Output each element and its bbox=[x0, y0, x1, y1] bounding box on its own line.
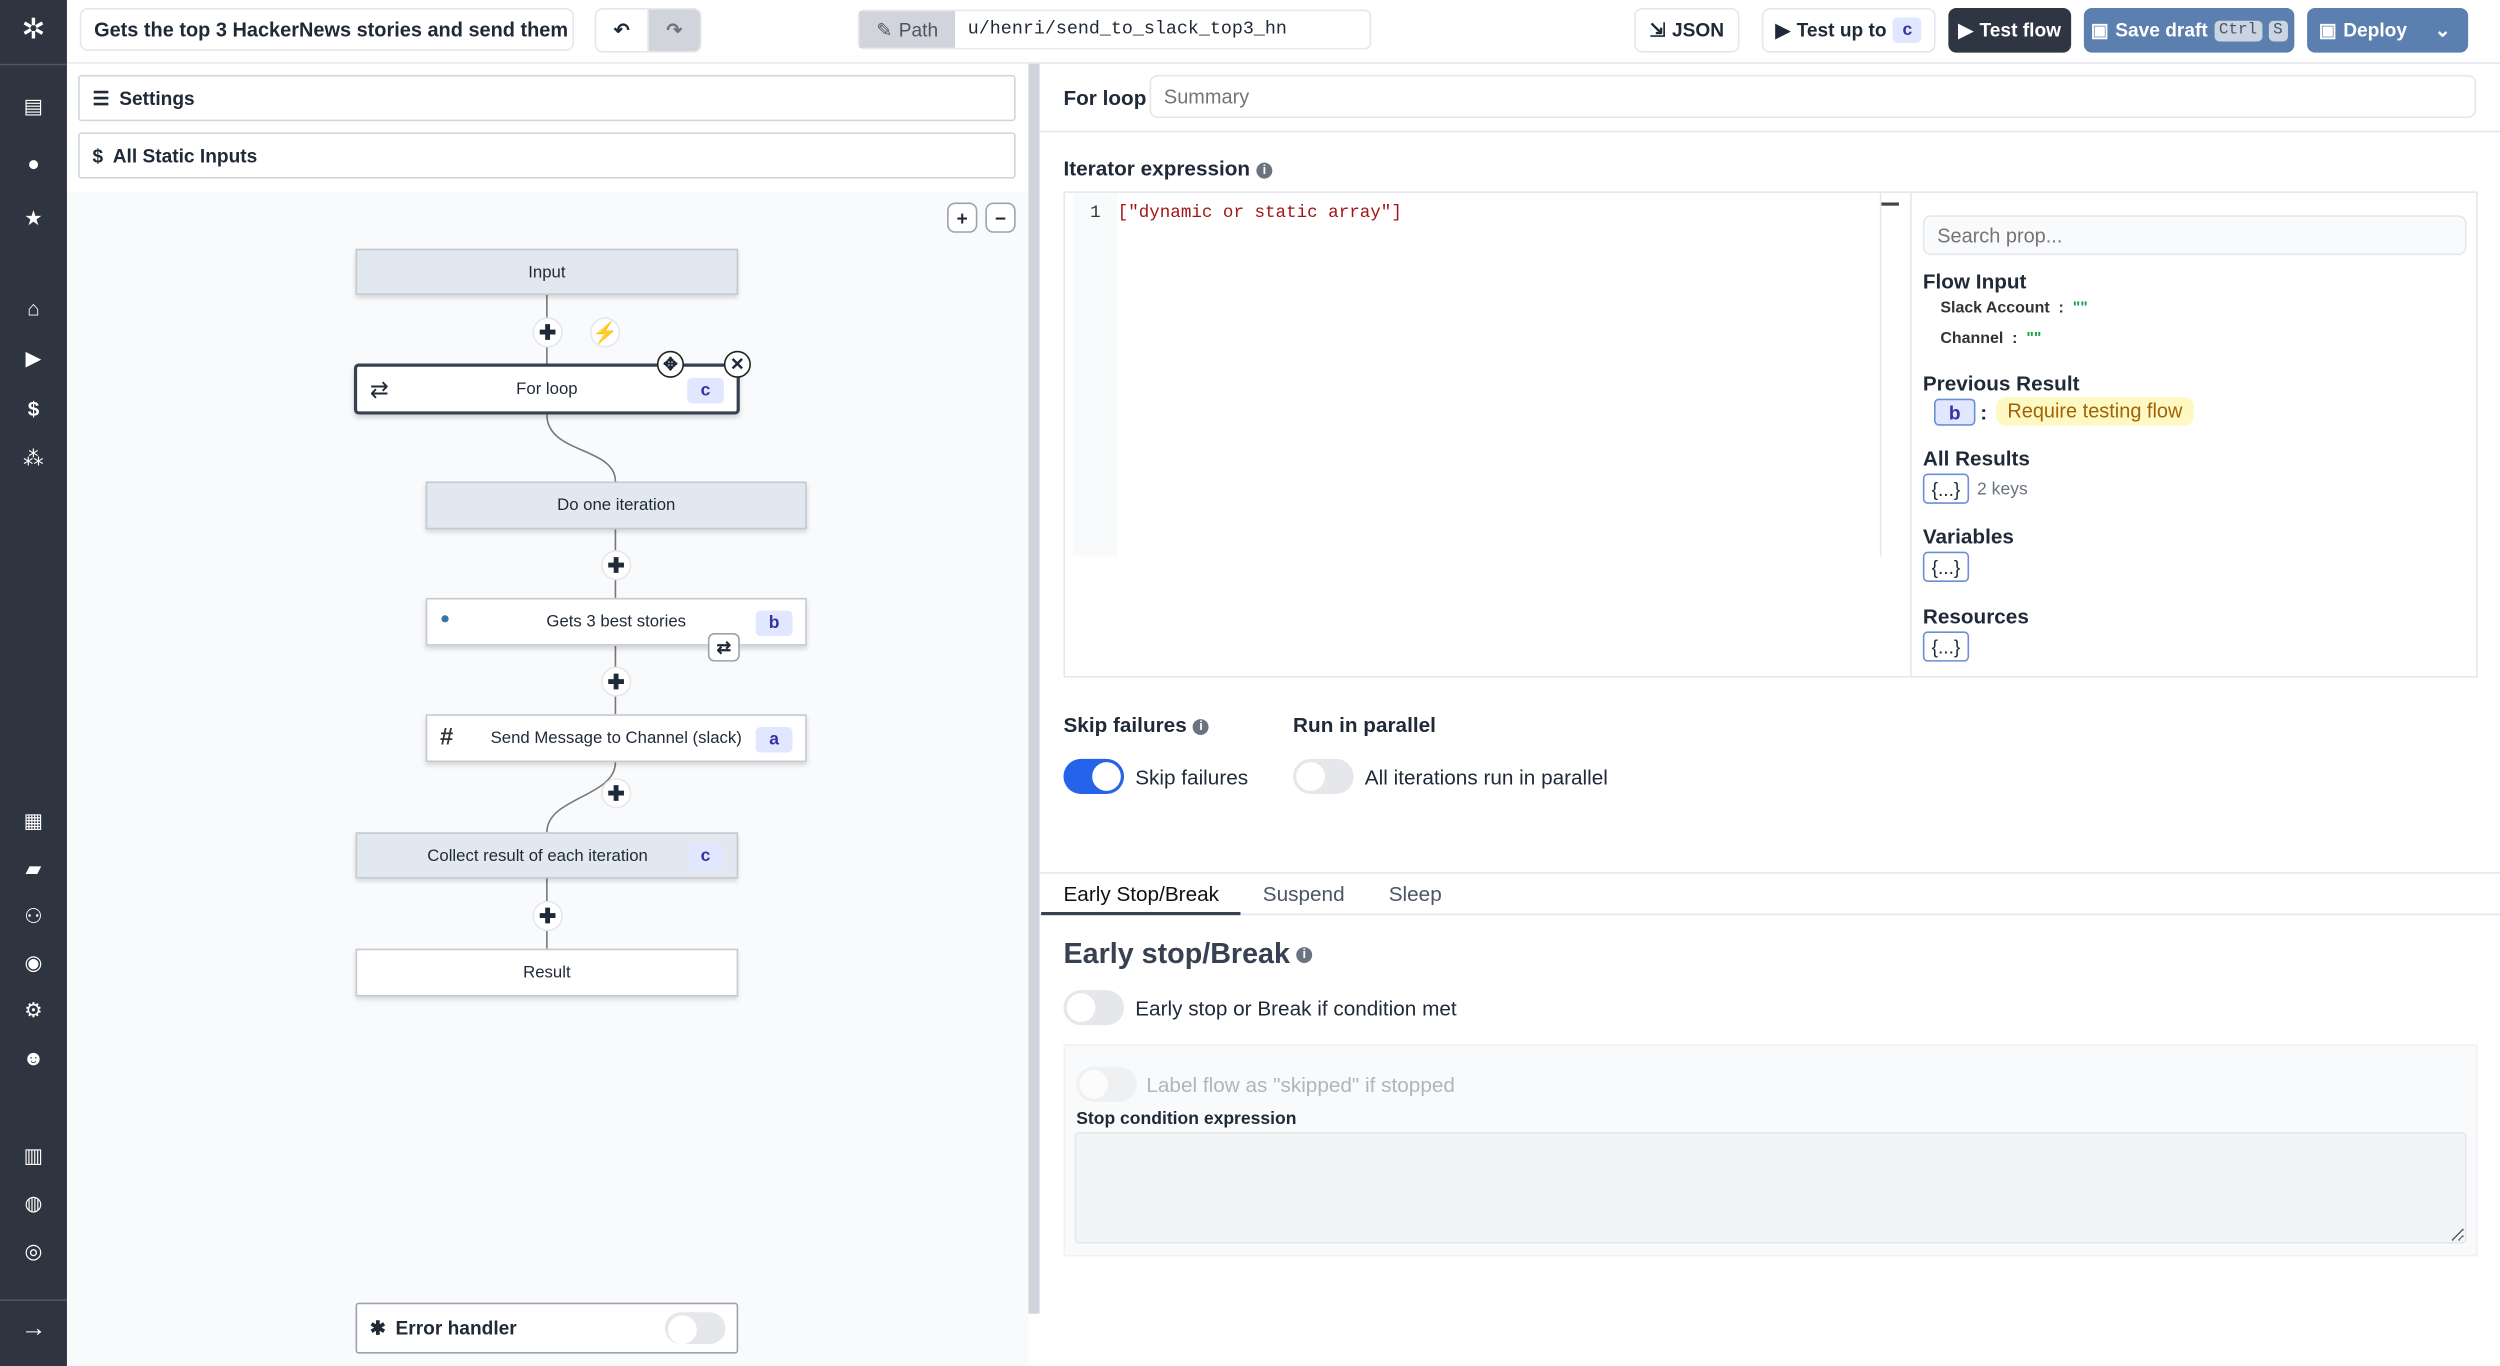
trigger-bolt-icon[interactable]: ⚡ bbox=[589, 317, 621, 348]
play-icon: ▶ bbox=[1958, 19, 1974, 42]
stop-condition-label: Stop condition expression bbox=[1076, 1109, 1297, 1129]
early-stop-toggle-label: Early stop or Break if condition met bbox=[1135, 996, 1457, 1021]
test-up-to-button[interactable]: ▶ Test up to c bbox=[1761, 7, 1936, 53]
python-icon: ● bbox=[440, 609, 451, 629]
skip-failures-toggle[interactable] bbox=[1063, 758, 1125, 795]
bug-icon: ✱ bbox=[369, 1316, 386, 1340]
node-input[interactable]: Input bbox=[355, 248, 739, 295]
export-icon: ⇲ bbox=[1649, 19, 1666, 42]
json-button[interactable]: ⇲ JSON bbox=[1634, 7, 1740, 53]
variables-heading: Variables bbox=[1922, 524, 2014, 549]
graph-edges bbox=[546, 294, 617, 949]
previous-result-heading: Previous Result bbox=[1922, 371, 2080, 396]
parallel-heading: Run in parallel bbox=[1293, 712, 1436, 737]
slack-icon: # bbox=[440, 723, 454, 751]
iterator-label: Iterator expression i bbox=[1063, 156, 1273, 180]
parallel-toggle[interactable] bbox=[1293, 758, 1354, 795]
step-title: For loop bbox=[1063, 86, 1147, 111]
deploy-button[interactable]: ▣ Deploy bbox=[2307, 7, 2419, 53]
error-handler-toggle[interactable] bbox=[664, 1312, 726, 1345]
flow-input-heading: Flow Input bbox=[1922, 269, 2027, 294]
retry-loop-icon[interactable]: ⇄ bbox=[707, 632, 740, 662]
node-collect-results[interactable]: Collect result of each iteration c bbox=[355, 832, 739, 879]
save-icon: ▣ bbox=[2090, 19, 2109, 42]
info-icon: i bbox=[1193, 718, 1210, 735]
add-step-button[interactable]: ✚ bbox=[601, 666, 632, 697]
save-draft-button[interactable]: ▣ Save draft Ctrl S bbox=[2083, 7, 2295, 53]
add-step-button[interactable]: ✚ bbox=[601, 778, 632, 809]
iterator-editor-container bbox=[1063, 191, 2478, 678]
chevron-down-icon: ⌄ bbox=[2434, 19, 2451, 42]
info-icon: i bbox=[1296, 947, 1313, 964]
variables-expand[interactable]: {...} bbox=[1922, 551, 1970, 582]
skipped-toggle-label: Label flow as "skipped" if stopped bbox=[1146, 1073, 1455, 1097]
skip-failures-heading: Skip failures i bbox=[1063, 713, 1210, 737]
tab-early-stop[interactable]: Early Stop/Break bbox=[1063, 882, 1219, 906]
flow-input-slack-account[interactable]: Slack Account : "" bbox=[1940, 300, 2087, 318]
previous-result-step[interactable]: b bbox=[1934, 398, 1976, 426]
node-result[interactable]: Result bbox=[355, 948, 739, 997]
add-step-button[interactable]: ✚ bbox=[532, 317, 563, 348]
node-do-one-iteration[interactable]: Do one iteration bbox=[425, 481, 807, 530]
flow-input-channel[interactable]: Channel : "" bbox=[1940, 330, 2041, 348]
close-icon[interactable]: ✕ bbox=[723, 350, 751, 378]
panel-splitter[interactable] bbox=[1028, 63, 1040, 1314]
skip-failures-toggle-label: Skip failures bbox=[1135, 765, 1249, 790]
info-icon: i bbox=[1256, 161, 1273, 178]
summary-input[interactable] bbox=[1149, 74, 2477, 118]
editor-scrollbar[interactable] bbox=[1879, 192, 1899, 557]
early-stop-toggle[interactable] bbox=[1063, 990, 1125, 1026]
resources-heading: Resources bbox=[1922, 604, 2029, 629]
stop-condition-input[interactable] bbox=[1074, 1132, 2467, 1244]
move-icon[interactable]: ✥ bbox=[656, 350, 684, 378]
skipped-toggle[interactable] bbox=[1076, 1066, 1137, 1102]
all-results-heading: All Results bbox=[1922, 446, 2030, 471]
deploy-options-button[interactable]: ⌄ bbox=[2417, 7, 2469, 53]
add-step-button[interactable]: ✚ bbox=[601, 550, 632, 581]
tab-suspend[interactable]: Suspend bbox=[1263, 882, 1345, 906]
step-badge: c bbox=[1892, 17, 1922, 44]
node-gets-3-best-stories[interactable]: ● Gets 3 best stories b bbox=[425, 597, 807, 646]
early-stop-heading: Early stop/Break i bbox=[1063, 938, 1313, 971]
tab-bar bbox=[1039, 872, 2500, 916]
search-prop-input[interactable] bbox=[1922, 215, 2467, 256]
play-icon: ▶ bbox=[1775, 19, 1791, 42]
require-testing-badge: Require testing flow bbox=[1996, 397, 2194, 426]
loop-icon: ⇄ bbox=[369, 376, 389, 402]
tab-sleep[interactable]: Sleep bbox=[1389, 882, 1442, 906]
save-icon: ▣ bbox=[2318, 19, 2337, 42]
test-flow-button[interactable]: ▶ Test flow bbox=[1948, 7, 2072, 53]
all-results-expand[interactable]: {...} bbox=[1922, 473, 1970, 504]
line-number: 1 bbox=[1073, 192, 1118, 557]
node-send-slack-message[interactable]: # Send Message to Channel (slack) a bbox=[425, 714, 807, 763]
iterator-code-editor[interactable]: ["dynamic or static array"] bbox=[1118, 204, 1402, 223]
all-results-keys: 2 keys bbox=[1977, 479, 2028, 500]
add-step-button[interactable]: ✚ bbox=[532, 900, 563, 932]
parallel-toggle-label: All iterations run in parallel bbox=[1364, 765, 1608, 790]
resources-expand[interactable]: {...} bbox=[1922, 631, 1970, 662]
